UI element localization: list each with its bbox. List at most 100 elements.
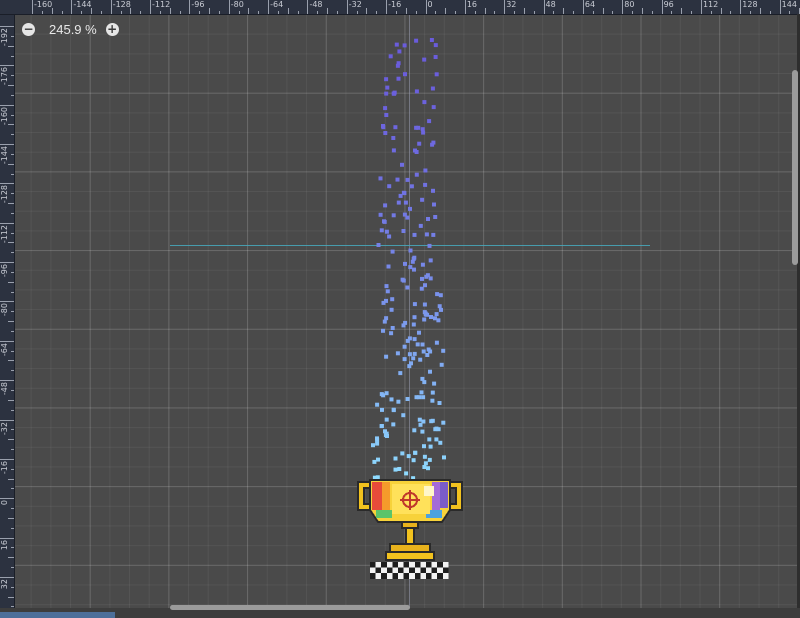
vertical-scrollbar[interactable]: [792, 70, 798, 265]
ruler-tick: [0, 458, 14, 460]
ruler-minor-tick: [248, 8, 250, 14]
particle: [434, 437, 439, 442]
particle: [412, 302, 417, 307]
checker-cell: [426, 562, 432, 568]
particle: [419, 390, 424, 395]
ruler-minor-tick: [11, 311, 14, 313]
ruler-minor-tick: [159, 11, 161, 14]
ruler-minor-tick: [8, 163, 14, 165]
ruler-minor-tick: [769, 11, 771, 14]
particle: [381, 300, 386, 305]
ruler-minor-tick: [8, 478, 14, 480]
particle: [422, 310, 427, 315]
checker-cell: [442, 567, 449, 574]
zoom-level-label[interactable]: 245.9 %: [49, 22, 97, 37]
particle: [430, 398, 435, 403]
particle: [380, 407, 384, 412]
ruler-minor-tick: [759, 8, 761, 14]
checker-cell: [386, 562, 393, 568]
particle: [378, 212, 383, 217]
horizontal-scrollbar[interactable]: [170, 605, 410, 610]
particle: [428, 258, 433, 263]
ruler-minor-tick: [140, 11, 142, 14]
particle: [433, 215, 438, 219]
particle: [407, 336, 412, 341]
ruler-minor-tick: [632, 11, 634, 14]
ruler-minor-tick: [209, 8, 211, 14]
ruler-minor-tick: [277, 11, 279, 14]
particle: [384, 284, 389, 289]
particle: [438, 293, 443, 298]
ruler-minor-tick: [533, 11, 535, 14]
particle: [391, 408, 396, 413]
ruler-minor-tick: [750, 11, 752, 14]
particle: [442, 455, 446, 460]
ruler-tick: [0, 262, 14, 264]
particle: [408, 248, 413, 253]
particle: [383, 131, 388, 135]
particle: [396, 61, 401, 66]
ruler-minor-tick: [710, 11, 712, 14]
ruler-tick: [189, 0, 191, 14]
ruler-tick: [0, 340, 14, 342]
ruler-label: -80: [0, 303, 9, 317]
checker-cell: [375, 562, 382, 568]
ruler-minor-tick: [8, 45, 14, 47]
particle: [432, 381, 437, 386]
ruler-minor-tick: [11, 35, 14, 37]
particle: [413, 450, 418, 455]
particle: [439, 362, 444, 367]
particle: [412, 232, 417, 237]
particle: [426, 217, 430, 221]
checker-cell: [414, 573, 421, 579]
particle: [406, 454, 411, 459]
ruler-minor-tick: [11, 468, 14, 470]
particle: [419, 286, 424, 291]
trophy-icon[interactable]: [354, 476, 466, 584]
ruler-label: 96: [663, 0, 674, 9]
particle: [381, 328, 385, 333]
ruler-tick: [622, 0, 624, 14]
ruler-minor-tick: [11, 134, 14, 136]
particle: [405, 397, 410, 401]
particle: [405, 177, 410, 182]
ruler-minor-tick: [8, 203, 14, 205]
particle: [390, 249, 395, 254]
ruler-label: 64: [584, 0, 596, 9]
ruler-minor-tick: [11, 291, 14, 293]
ruler-minor-tick: [11, 508, 14, 510]
ruler-minor-tick: [179, 11, 181, 14]
checker-cell: [437, 573, 443, 579]
particle: [428, 444, 433, 449]
ruler-tick: [0, 222, 14, 224]
ruler-minor-tick: [297, 11, 299, 14]
ruler-minor-tick: [563, 8, 565, 14]
ruler-minor-tick: [11, 212, 14, 214]
particle: [382, 219, 386, 224]
particle: [394, 42, 399, 47]
particle: [384, 391, 389, 396]
particle: [384, 229, 389, 234]
particle: [420, 342, 425, 347]
ruler-minor-tick: [681, 8, 683, 14]
ruler-minor-tick: [11, 547, 14, 549]
particle: [423, 168, 428, 173]
ruler-minor-tick: [11, 527, 14, 529]
ruler-minor-tick: [592, 11, 594, 14]
particle: [421, 349, 426, 354]
particle: [405, 285, 410, 290]
checker-cell: [370, 573, 376, 579]
canvas-viewport[interactable]: [0, 0, 800, 618]
zoom-in-button[interactable]: +: [105, 22, 119, 36]
ruler-label: 80: [624, 0, 635, 9]
particle: [391, 213, 396, 218]
minus-circle-icon: −: [23, 21, 34, 36]
particle: [401, 190, 406, 195]
ruler-minor-tick: [641, 8, 643, 14]
particle: [409, 361, 413, 366]
particle: [389, 397, 394, 402]
ruler-label: 32: [0, 578, 9, 590]
ruler-minor-tick: [51, 8, 53, 14]
particle: [417, 141, 422, 146]
zoom-out-button[interactable]: −: [22, 21, 35, 36]
